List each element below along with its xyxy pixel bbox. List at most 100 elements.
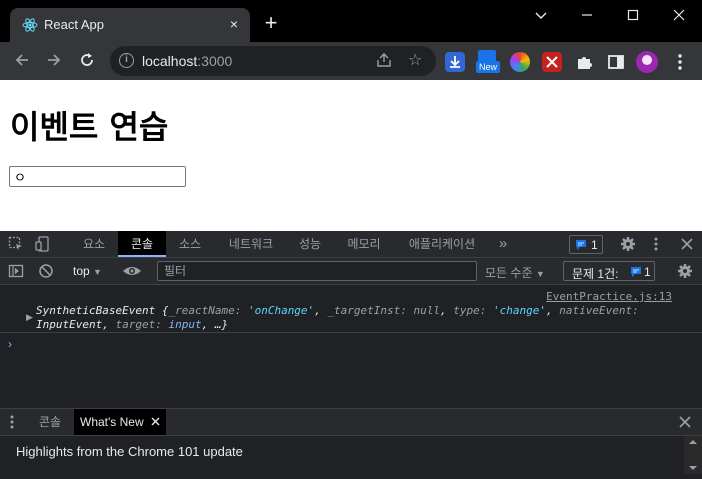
message-icon: [631, 267, 641, 277]
context-select[interactable]: top ▼: [73, 264, 102, 278]
page-viewport: 이벤트 연습: [0, 80, 702, 231]
url-text: localhost:3000: [142, 53, 232, 69]
log-levels-dropdown[interactable]: 모든 수준 ▼: [485, 264, 545, 281]
side-panel-icon[interactable]: [606, 52, 626, 72]
devtools-menu-icon[interactable]: [650, 236, 662, 255]
log-key-type: type: [453, 304, 480, 317]
new-extension-icon[interactable]: New: [476, 50, 500, 76]
url-host: localhost: [142, 53, 198, 69]
expand-triangle-icon[interactable]: ▶: [26, 312, 33, 323]
colon: :: [234, 304, 248, 317]
close-tab-icon[interactable]: [151, 417, 160, 426]
new-badge: New: [476, 61, 500, 73]
colon: :: [632, 304, 639, 317]
log-val-reactname: 'onChange': [247, 304, 315, 317]
comma: ,: [314, 304, 328, 317]
tab-console[interactable]: 콘솔: [118, 231, 166, 257]
comma: ,: [201, 318, 215, 331]
back-icon[interactable]: [12, 51, 32, 71]
drawer-tab-console[interactable]: 콘솔: [28, 409, 72, 435]
extensions-puzzle-icon[interactable]: [574, 52, 594, 72]
text-input[interactable]: [9, 166, 186, 187]
log-val-target: input: [168, 318, 202, 331]
close-window-icon[interactable]: [656, 0, 702, 30]
profile-avatar[interactable]: [636, 51, 658, 73]
browser-tab[interactable]: React App ×: [10, 8, 250, 42]
highlights-text: Highlights from the Chrome 101 update: [16, 444, 243, 459]
tab-title: React App: [44, 17, 104, 32]
console-settings-gear-icon[interactable]: [677, 263, 693, 282]
clear-console-icon[interactable]: [38, 263, 54, 282]
drawer-menu-icon[interactable]: [8, 414, 16, 433]
bookmark-star-icon[interactable]: ☆: [408, 50, 422, 70]
colon: :: [400, 304, 414, 317]
log-key-target: target: [115, 318, 156, 331]
tab-performance[interactable]: 성능: [290, 231, 330, 257]
log-key-nativeevent: nativeEvent: [559, 304, 633, 317]
close-drawer-icon[interactable]: [678, 415, 692, 432]
console-output: EventPractice.js:13 ▶ SyntheticBaseEvent…: [0, 285, 702, 408]
tab-memory[interactable]: 메모리: [338, 231, 390, 257]
log-val-type: 'change': [493, 304, 547, 317]
device-toolbar-icon[interactable]: [35, 236, 53, 255]
download-extension-icon[interactable]: [445, 52, 465, 72]
filter-input[interactable]: 필터: [157, 261, 477, 281]
title-bar: React App × +: [0, 0, 702, 42]
comma: ,: [440, 304, 454, 317]
devtools-tab-bar: 요소 콘솔 소스 네트워크 성능 메모리 애플리케이션 » 1: [0, 231, 702, 258]
react-logo-icon: [22, 18, 38, 32]
chevron-down-icon: ▼: [93, 267, 102, 277]
red-extension-icon[interactable]: [542, 52, 562, 72]
source-link[interactable]: EventPractice.js:13: [546, 290, 672, 303]
colon: :: [155, 318, 169, 331]
more-tabs-icon[interactable]: »: [492, 231, 514, 257]
issues-label: 문제 1건:: [572, 267, 619, 281]
log-val-targetinst: null: [413, 304, 441, 317]
tab-close-icon[interactable]: ×: [226, 16, 242, 32]
log-object: SyntheticBaseEvent {_reactName: 'onChang…: [36, 304, 686, 332]
comma: ,: [102, 318, 116, 331]
address-bar[interactable]: i localhost:3000 ☆: [110, 46, 436, 76]
tab-sources[interactable]: 소스: [168, 231, 212, 257]
log-key-targetinst: _targetInst: [327, 304, 401, 317]
reload-icon[interactable]: [77, 51, 97, 71]
message-icon: [576, 240, 586, 250]
new-tab-button[interactable]: +: [262, 12, 280, 34]
scrollbar[interactable]: [684, 436, 702, 474]
issues-button[interactable]: 문제 1건: 1: [563, 261, 655, 281]
comma: ,: [546, 304, 560, 317]
chevron-down-icon: ▼: [535, 269, 545, 279]
close-devtools-icon[interactable]: [680, 237, 694, 254]
live-expression-eye-icon[interactable]: [122, 263, 142, 282]
url-port: :3000: [197, 53, 233, 69]
colon: :: [479, 304, 494, 317]
console-message[interactable]: EventPractice.js:13 ▶ SyntheticBaseEvent…: [0, 285, 702, 333]
tab-network[interactable]: 네트워크: [218, 231, 284, 257]
site-info-icon[interactable]: i: [119, 53, 134, 68]
color-picker-extension-icon[interactable]: [510, 52, 530, 72]
share-icon[interactable]: [376, 52, 392, 71]
issues-counter[interactable]: 1: [569, 235, 603, 254]
tab-elements[interactable]: 요소: [72, 231, 116, 257]
forward-icon[interactable]: [44, 51, 64, 71]
browser-menu-icon[interactable]: [670, 52, 690, 72]
page-heading: 이벤트 연습: [10, 108, 169, 146]
drawer-tab-bar: 콘솔 What's New: [0, 408, 702, 435]
console-toolbar: top ▼ 필터 모든 수준 ▼ 문제 1건: 1: [0, 258, 702, 285]
log-type: SyntheticBaseEvent: [36, 304, 156, 317]
maximize-icon[interactable]: [610, 0, 656, 30]
console-prompt[interactable]: ›: [8, 337, 12, 351]
context-label: top: [73, 264, 90, 278]
settings-gear-icon[interactable]: [620, 236, 636, 255]
tab-application[interactable]: 애플리케이션: [398, 231, 486, 257]
console-sidebar-icon[interactable]: [8, 263, 24, 282]
drawer-tab-whats-new-label: What's New: [80, 415, 144, 429]
log-key-reactname: _reactName: [168, 304, 235, 317]
inspect-element-icon[interactable]: [8, 236, 24, 255]
log-ellipsis: …}: [214, 318, 229, 331]
tab-search-icon[interactable]: [518, 0, 564, 30]
minimize-icon[interactable]: [564, 0, 610, 30]
whats-new-panel: Highlights from the Chrome 101 update: [0, 435, 702, 474]
drawer-tab-whats-new[interactable]: What's New: [74, 409, 166, 435]
issues-count: 1: [591, 238, 598, 252]
